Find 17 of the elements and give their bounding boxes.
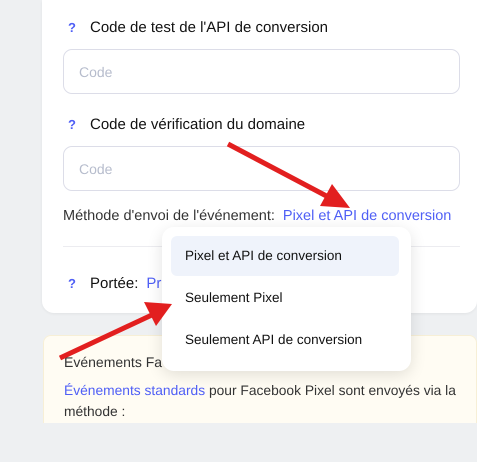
scope-link[interactable]: Pr: [146, 274, 162, 292]
help-icon[interactable]: ?: [68, 276, 90, 290]
help-icon[interactable]: ?: [68, 116, 90, 132]
standard-events-link[interactable]: Événements standards: [64, 383, 206, 398]
help-icon[interactable]: ?: [68, 20, 90, 34]
field-label: Code de test de l'API de conversion: [90, 18, 328, 36]
method-link[interactable]: Pixel et API de conversion: [282, 208, 452, 224]
menu-item[interactable]: Seulement Pixel: [171, 278, 399, 318]
notice-title: Événements Fa: [64, 354, 164, 370]
scope-label: Portée:: [90, 274, 138, 292]
menu-item[interactable]: Seulement API de conversion: [171, 320, 399, 360]
menu-item[interactable]: Pixel et API de conversion: [171, 236, 399, 276]
notice-text: Événements standards pour Facebook Pixel sont envoyés via la méthode :: [64, 382, 457, 421]
field-label: Code de vérification du domaine: [90, 116, 306, 132]
method-label: Méthode d'envoi de l'événement:: [63, 208, 275, 224]
input-field[interactable]: Code: [63, 146, 460, 191]
input-field[interactable]: Code: [63, 49, 460, 94]
